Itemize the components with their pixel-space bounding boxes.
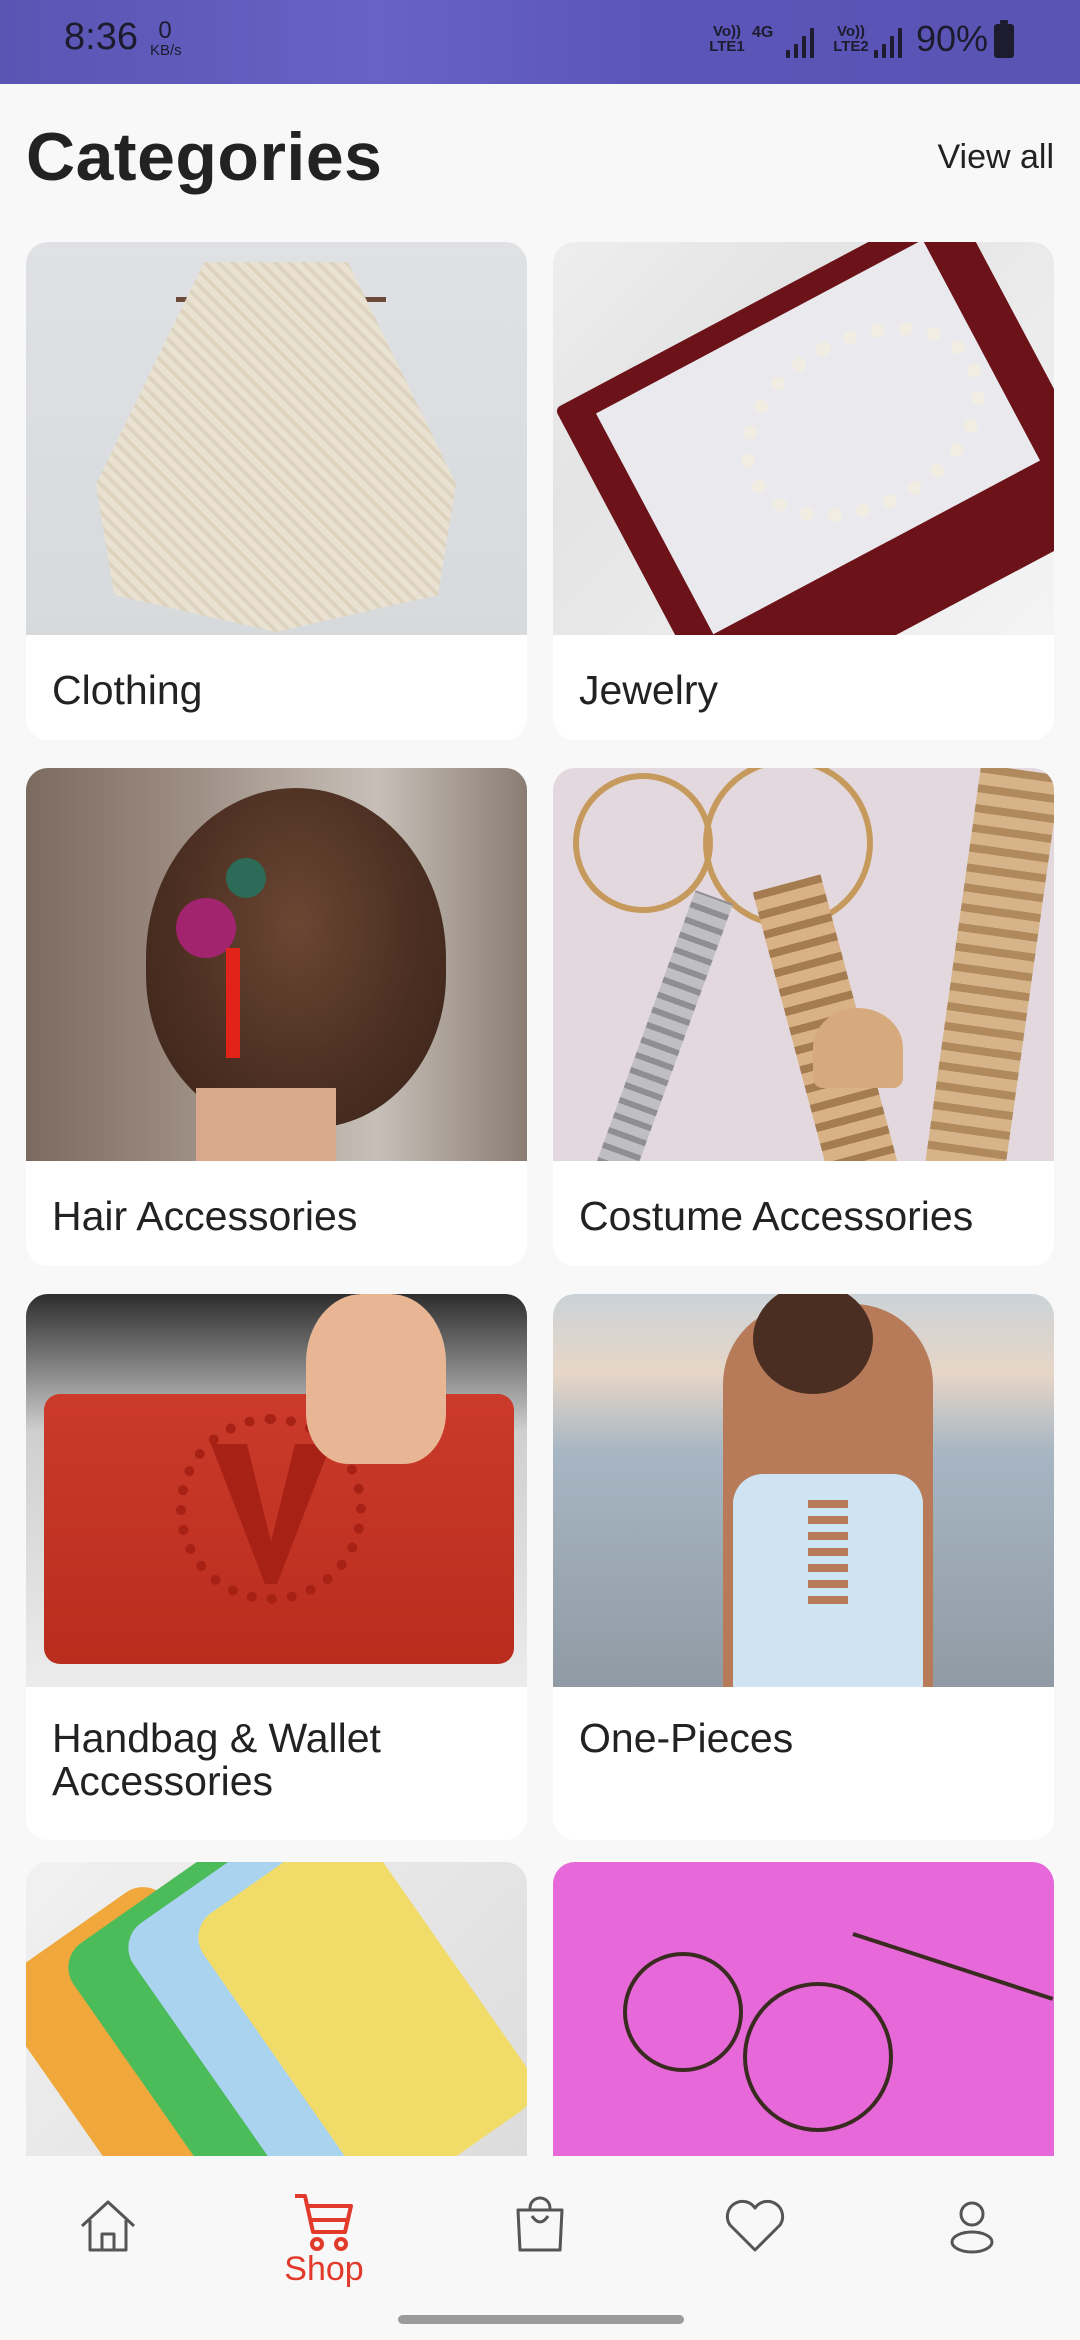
category-image [26, 242, 527, 635]
network-speed-value: 0 [158, 17, 172, 44]
nav-profile[interactable] [912, 2196, 1032, 2306]
category-card-handbag-wallet-accessories[interactable]: Handbag & Wallet Accessories [26, 1294, 527, 1840]
category-card-jewelry[interactable]: Jewelry [553, 242, 1054, 740]
category-image [26, 1294, 527, 1687]
nav-favorites[interactable] [695, 2196, 815, 2306]
heart-icon [725, 2199, 785, 2252]
category-card-masks[interactable] [26, 1862, 527, 2156]
sim2-label: Vo)) LTE2 [833, 23, 869, 55]
category-label: Hair Accessories [52, 1193, 358, 1239]
category-label: Clothing [52, 667, 203, 713]
category-image [553, 242, 1054, 635]
category-label: Costume Accessories [579, 1193, 974, 1239]
signal-icon [786, 26, 816, 58]
battery-icon [994, 20, 1014, 58]
category-image [553, 768, 1054, 1161]
nav-shop-label: Shop [284, 2250, 364, 2288]
category-label: Handbag & Wallet Accessories [52, 1715, 381, 1804]
category-label: Jewelry [579, 667, 718, 713]
cart-icon [295, 2194, 353, 2251]
category-image [553, 1862, 1054, 2156]
network-type: 4G [752, 24, 774, 41]
nav-shop[interactable]: Shop [264, 2190, 384, 2300]
status-time: 8:36 [64, 16, 138, 58]
bottom-navigation: Shop [0, 2156, 1080, 2340]
sim1-label: Vo)) LTE1 [709, 23, 745, 55]
battery-percent: 90% [916, 18, 989, 59]
user-icon [950, 2201, 994, 2254]
category-image [26, 1862, 527, 2156]
status-bar: 8:36 0 KB/s Vo)) LTE1 4G Vo)) LTE2 90% [0, 0, 1080, 84]
category-card-one-pieces[interactable]: One-Pieces [553, 1294, 1054, 1840]
category-card-costume-accessories[interactable]: Costume Accessories [553, 768, 1054, 1266]
shopping-bag-icon [516, 2196, 564, 2252]
category-label: One-Pieces [579, 1715, 794, 1761]
category-image [26, 768, 527, 1161]
category-card-hair-accessories[interactable]: Hair Accessories [26, 768, 527, 1266]
signal-icon [874, 26, 904, 58]
page-title: Categories [26, 119, 383, 195]
home-icon [80, 2200, 136, 2252]
view-all-link[interactable]: View all [937, 138, 1054, 177]
category-image [553, 1294, 1054, 1687]
network-speed: 0 KB/s [150, 17, 182, 60]
category-card-eyewear[interactable] [553, 1862, 1054, 2156]
network-speed-unit: KB/s [150, 42, 182, 59]
nav-bag[interactable] [480, 2196, 600, 2306]
nav-home[interactable] [48, 2196, 168, 2306]
home-indicator[interactable] [398, 2315, 684, 2324]
category-card-clothing[interactable]: Clothing [26, 242, 527, 740]
